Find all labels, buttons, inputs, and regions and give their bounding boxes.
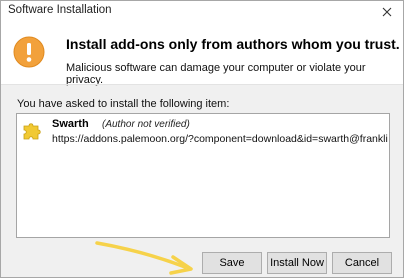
- warning-headline: Install add-ons only from authors whom y…: [66, 36, 400, 52]
- addon-name: Swarth: [52, 118, 89, 130]
- save-button[interactable]: Save: [202, 252, 262, 274]
- addon-verification-status: (Author not verified): [102, 119, 190, 130]
- header-panel: Install add-ons only from authors whom y…: [1, 22, 403, 86]
- warning-subline: Malicious software can damage your compu…: [66, 62, 366, 86]
- items-list-label: You have asked to install the following …: [17, 98, 230, 110]
- header-divider: [1, 84, 403, 85]
- install-now-button[interactable]: Install Now: [267, 252, 327, 274]
- items-list[interactable]: Swarth (Author not verified) https://add…: [16, 113, 390, 238]
- cancel-button[interactable]: Cancel: [332, 252, 392, 274]
- close-button[interactable]: [373, 1, 401, 22]
- warning-icon: [13, 36, 45, 68]
- close-icon[interactable]: [382, 7, 392, 17]
- puzzle-piece-icon: [23, 123, 41, 140]
- window-title: Software Installation: [8, 4, 112, 16]
- list-item[interactable]: Swarth (Author not verified) https://add…: [17, 114, 389, 148]
- software-installation-dialog: Software Installation Install add-ons on…: [0, 0, 404, 278]
- arrow-icon: [95, 241, 193, 275]
- title-bar: Software Installation: [1, 1, 403, 22]
- addon-url: https://addons.palemoon.org/?component=d…: [52, 133, 388, 145]
